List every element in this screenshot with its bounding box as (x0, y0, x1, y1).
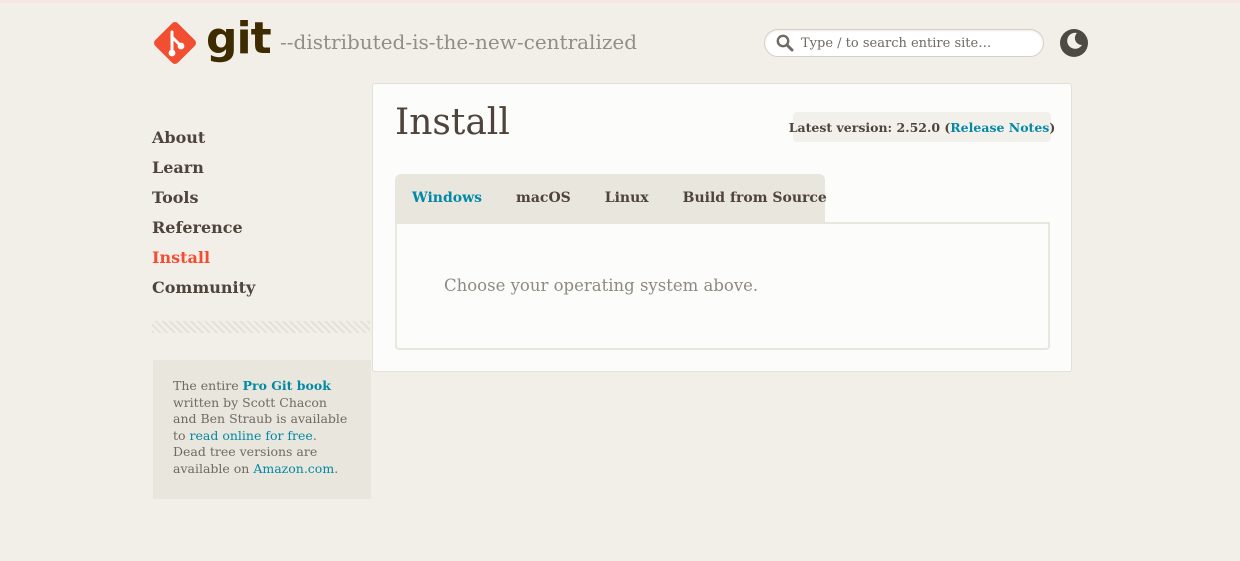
tab-windows[interactable]: Windows (395, 190, 499, 206)
latest-version-badge: Latest version: 2.52.0 (Release Notes) (789, 112, 1055, 142)
os-tabs: Windows macOS Linux Build from Source (395, 174, 827, 222)
git-logo[interactable]: git (152, 16, 272, 68)
sidebar-item-about[interactable]: About (152, 125, 370, 155)
amazon-link[interactable]: Amazon.com (253, 461, 334, 476)
sidebar-item-community[interactable]: Community (152, 275, 370, 305)
sidebar-item-reference[interactable]: Reference (152, 215, 370, 245)
theme-toggle-button[interactable] (1060, 29, 1088, 57)
top-border (0, 0, 1240, 3)
choose-os-hint: Choose your operating system above. (444, 276, 759, 295)
tab-linux[interactable]: Linux (588, 190, 666, 206)
sidebar-divider (152, 321, 370, 333)
page-title: Install (395, 102, 510, 143)
search-icon (775, 33, 795, 53)
version-prefix: Latest version: 2.52.0 ( (788, 119, 951, 135)
pro-git-book-callout: The entire Pro Git book written by Scott… (153, 360, 371, 499)
sidebar-item-install[interactable]: Install (152, 245, 370, 275)
tab-macos[interactable]: macOS (499, 190, 588, 206)
git-logo-icon (152, 20, 198, 66)
tab-panel: Choose your operating system above. (395, 222, 1050, 350)
version-suffix: ) (1049, 119, 1056, 135)
sidebar-nav: About Learn Tools Reference Install Comm… (152, 125, 370, 305)
search-box[interactable] (764, 29, 1044, 57)
site-tagline: --distributed-is-the-new-centralized (280, 30, 638, 54)
logo-text: git (206, 13, 272, 64)
book-text-4: . (334, 460, 339, 476)
sidebar-item-learn[interactable]: Learn (152, 155, 370, 185)
read-online-link[interactable]: read online for free (190, 428, 313, 443)
tab-build-from-source[interactable]: Build from Source (666, 190, 844, 206)
pro-git-book-link[interactable]: Pro Git book (243, 378, 331, 393)
install-card: Install Latest version: 2.52.0 (Release … (372, 83, 1072, 372)
moon-icon (1064, 31, 1084, 55)
book-text-1: The entire (173, 378, 243, 393)
sidebar-item-tools[interactable]: Tools (152, 185, 370, 215)
release-notes-link[interactable]: Release Notes (950, 120, 1049, 135)
search-input[interactable] (799, 34, 1033, 52)
